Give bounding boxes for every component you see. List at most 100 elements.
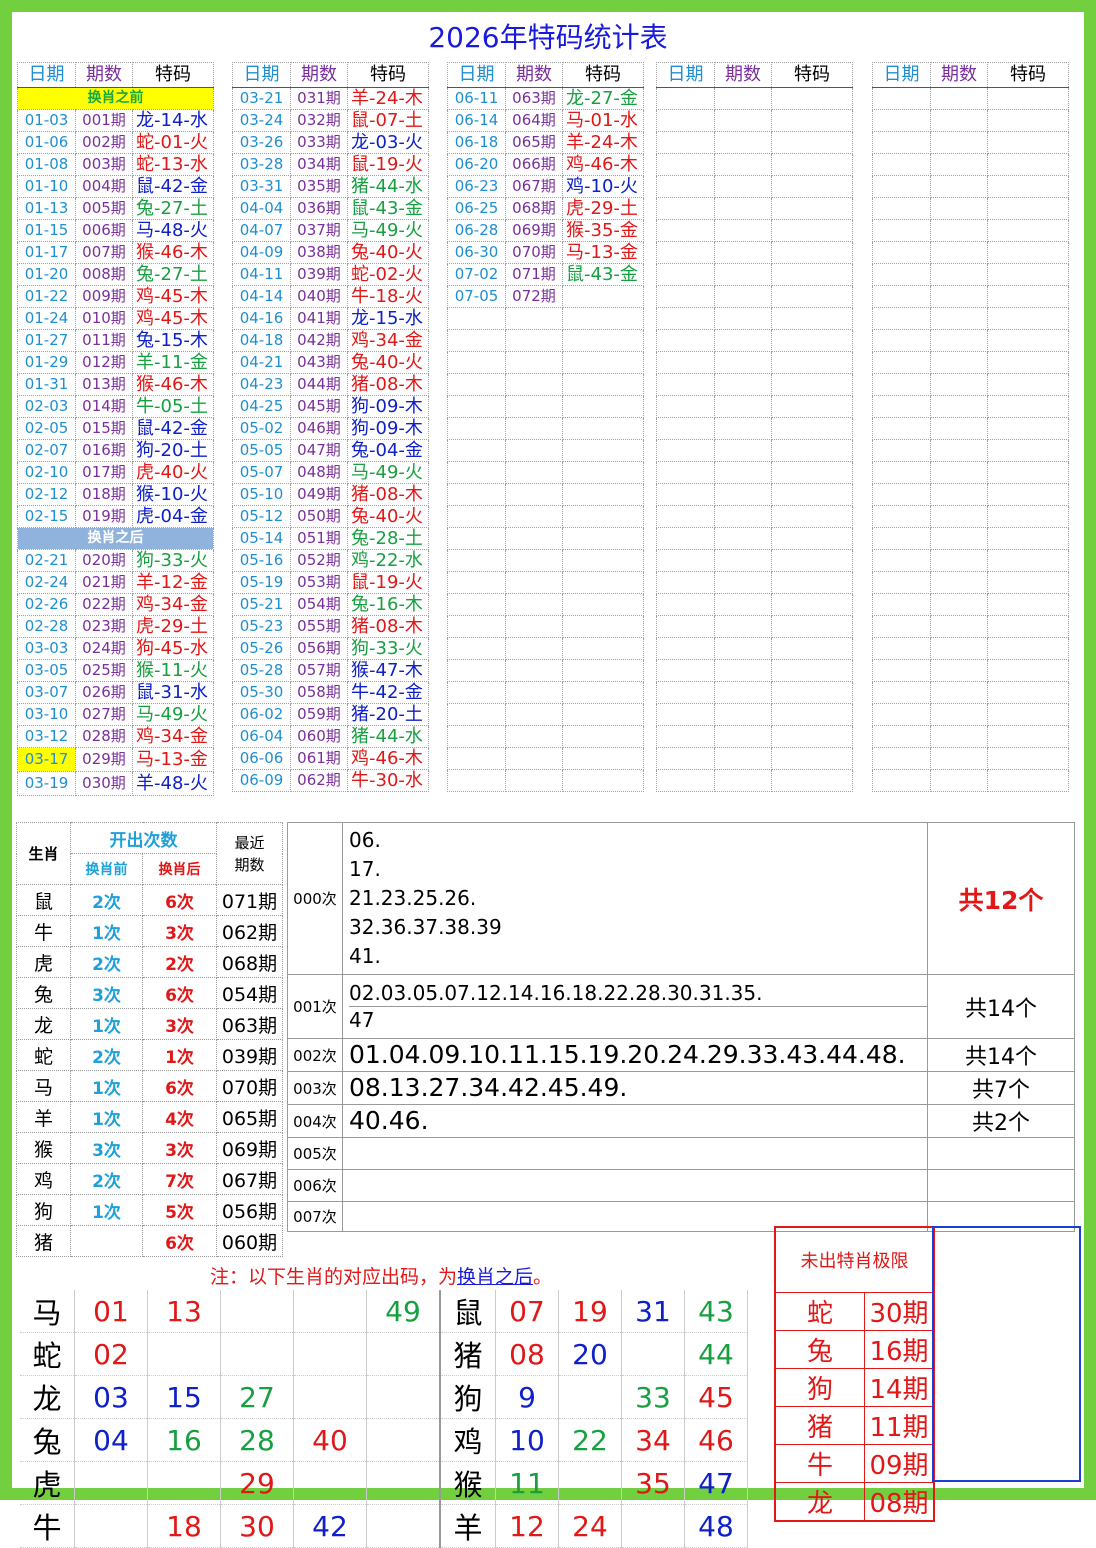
empty-cell [872, 351, 931, 374]
date-cell: 06-04 [232, 725, 291, 748]
code-num: 12 [495, 1504, 559, 1548]
period-column-5: 日期 期数 特码 [872, 62, 1069, 792]
code-cell: 猴-35-金 [562, 219, 644, 242]
empty-cell [505, 747, 563, 770]
empty-cell [872, 681, 931, 704]
stats-zodiac: 兔 [16, 977, 71, 1009]
stats-row: 兔 3次 6次 054期 [16, 977, 283, 1009]
code-cell: 猴-47-木 [347, 659, 429, 682]
table-row: 02-24 021期 羊-12-金 [17, 571, 214, 594]
table-row: 01-08 003期 蛇-13-水 [17, 153, 214, 176]
empty-cell [930, 351, 988, 374]
empty-cell [872, 615, 931, 638]
date-cell: 03-17 [17, 747, 76, 772]
code-cell: 牛-42-金 [347, 681, 429, 704]
table-row [447, 549, 644, 572]
empty-cell [714, 131, 772, 154]
note-prefix: 注：以下生肖的对应出码，为 [210, 1266, 458, 1288]
table-row: 05-05 047期 兔-04-金 [232, 439, 429, 462]
note-link[interactable]: 换肖之后 [457, 1266, 533, 1288]
empty-cell [872, 87, 931, 110]
table-row [872, 439, 1069, 462]
date-cell: 03-03 [17, 637, 76, 660]
date-cell: 04-14 [232, 285, 291, 308]
stats-recent: 060期 [216, 1225, 283, 1257]
empty-cell [987, 307, 1069, 330]
empty-cell [714, 505, 772, 528]
empty-cell [562, 307, 644, 330]
table-row: 03-28 034期 鼠-19-火 [232, 153, 429, 176]
header-date: 日期 [17, 62, 76, 88]
table-row: 换肖之前 [17, 87, 214, 110]
stats-zodiac: 猪 [16, 1225, 71, 1257]
stats-before: 3次 [70, 977, 143, 1009]
period-cell: 071期 [505, 263, 563, 286]
table-row: 01-06 002期 蛇-01-火 [17, 131, 214, 154]
period-cell: 060期 [290, 725, 348, 748]
stats-before [70, 1225, 143, 1257]
empty-cell [987, 769, 1069, 792]
empty-cell [987, 263, 1069, 286]
period-cell: 029期 [75, 747, 133, 772]
table-row: 02-26 022期 鸡-34-金 [17, 593, 214, 616]
period-column-1: 日期 期数 特码 换肖之前 01-03 001期 龙-14-水 01-06 002期 蛇-01-火… [17, 62, 214, 796]
period-cell: 041期 [290, 307, 348, 330]
empty-cell [714, 329, 772, 352]
period-cell: 014期 [75, 395, 133, 418]
empty-cell [656, 153, 715, 176]
zodiac-code-row: 蛇 02 猪 08 20 44 [20, 1332, 748, 1376]
empty-cell [987, 505, 1069, 528]
date-cell: 05-10 [232, 483, 291, 506]
table-row: 01-17 007期 猴-46-木 [17, 241, 214, 264]
stats-before: 2次 [70, 946, 143, 978]
table-row [447, 593, 644, 616]
table-row [656, 483, 853, 506]
stats-after: 6次 [142, 1070, 217, 1102]
period-cell: 044期 [290, 373, 348, 396]
table-row: 05-02 046期 狗-09-木 [232, 417, 429, 440]
code-cell: 蛇-13-水 [132, 153, 214, 176]
stats-after: 6次 [142, 977, 217, 1009]
empty-cell [714, 87, 772, 110]
empty-cell [447, 725, 506, 748]
freq-line: 21.23.25.26. [349, 886, 477, 910]
period-cell: 045期 [290, 395, 348, 418]
code-num: 11 [495, 1461, 559, 1505]
code-cell: 龙-14-水 [132, 109, 214, 132]
period-cell: 052期 [290, 549, 348, 572]
table-row [656, 87, 853, 110]
period-cell: 040期 [290, 285, 348, 308]
code-cell: 羊-48-火 [132, 771, 214, 796]
freq-label: 002次 [287, 1038, 343, 1072]
table-row [872, 197, 1069, 220]
code-num [366, 1461, 441, 1505]
empty-cell [930, 131, 988, 154]
empty-cell [656, 505, 715, 528]
table-row [872, 659, 1069, 682]
code-cell: 牛-30-水 [347, 769, 429, 792]
code-num: 13 [147, 1290, 221, 1333]
stats-row: 龙 1次 3次 063期 [16, 1008, 283, 1040]
table-row: 06-09 062期 牛-30-水 [232, 769, 429, 792]
code-cell: 猪-44-水 [347, 725, 429, 748]
date-cell: 01-15 [17, 219, 76, 242]
empty-cell [987, 131, 1069, 154]
date-cell: 01-06 [17, 131, 76, 154]
code-cell: 马-01-水 [562, 109, 644, 132]
period-cell: 058期 [290, 681, 348, 704]
code-cell: 猴-46-木 [132, 373, 214, 396]
code-cell [562, 285, 644, 308]
after-banner: 换肖之后 [17, 527, 214, 550]
empty-cell [930, 681, 988, 704]
table-row: 01-27 011期 兔-15-木 [17, 329, 214, 352]
zodiac-left: 龙 [20, 1375, 75, 1419]
table-row [656, 307, 853, 330]
freq-label: 004次 [287, 1104, 343, 1138]
limit-periods: 30期 [864, 1292, 935, 1331]
empty-cell [714, 263, 772, 286]
zodiac-right: 鼠 [439, 1290, 496, 1333]
table-row: 03-21 031期 羊-24-木 [232, 87, 429, 110]
header-date: 日期 [872, 62, 931, 88]
empty-cell [505, 505, 563, 528]
table-row: 03-24 032期 鼠-07-土 [232, 109, 429, 132]
